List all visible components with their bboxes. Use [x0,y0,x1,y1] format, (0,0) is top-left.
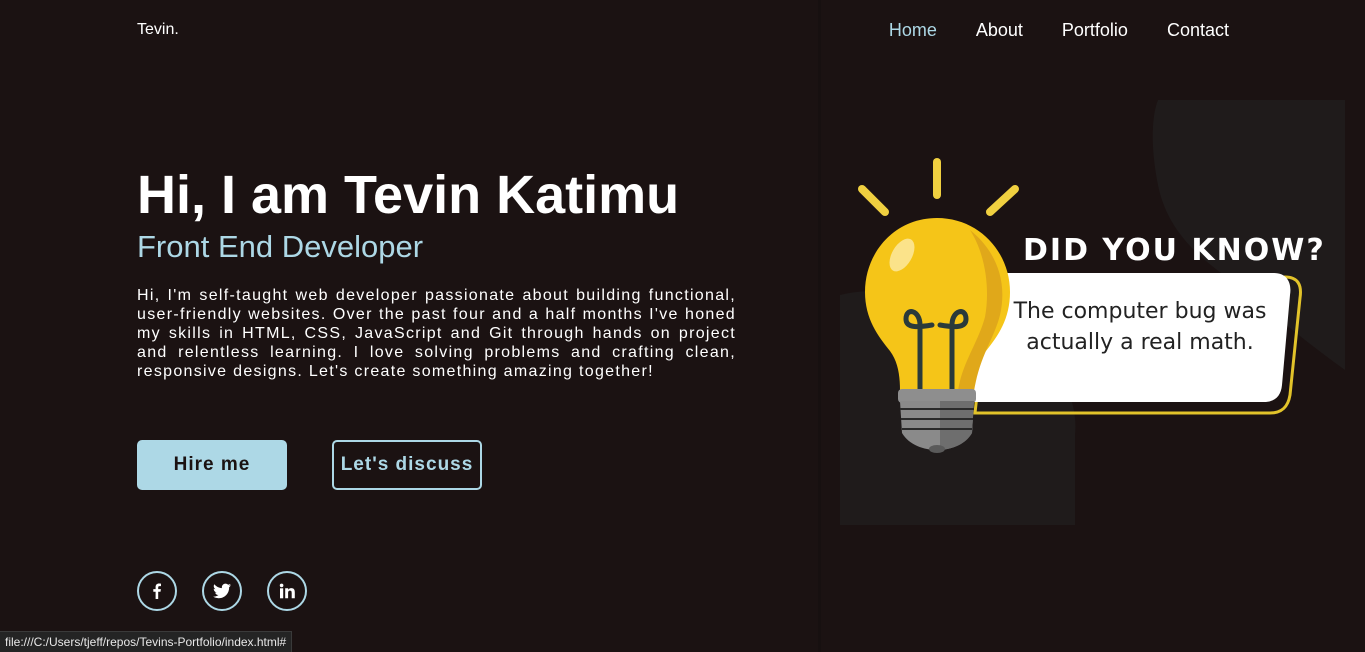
browser-status-bar: file:///C:/Users/tjeff/repos/Tevins-Port… [0,631,293,652]
nav-about-link[interactable]: About [976,20,1023,41]
hire-me-button[interactable]: Hire me [137,440,287,490]
facebook-link[interactable] [137,571,177,611]
hero-subtitle: Front End Developer [137,229,424,264]
site-logo[interactable]: Tevin. [137,21,179,39]
did-you-know-heading: DID YOU KNOW? [1023,233,1326,268]
nav-portfolio-link[interactable]: Portfolio [1062,20,1128,41]
lets-discuss-button[interactable]: Let's discuss [332,440,482,490]
hero-title: Hi, I am Tevin Katimu [137,165,680,225]
section-divider [818,0,821,652]
hero-description: Hi, I'm self-taught web developer passio… [137,287,736,380]
twitter-link[interactable] [202,571,242,611]
nav-home-link[interactable]: Home [889,20,937,41]
fact-text: The computer bug was actually a real mat… [1013,299,1267,355]
light-rays [858,158,1019,216]
nav-contact-link[interactable]: Contact [1167,20,1229,41]
linkedin-link[interactable] [267,571,307,611]
portfolio-page: Tevin. Home About Portfolio Contact Hi, … [0,0,1365,652]
twitter-icon [213,583,231,599]
facebook-icon [153,583,161,599]
main-nav: Home About Portfolio Contact [850,20,1229,41]
linkedin-icon [279,583,295,599]
